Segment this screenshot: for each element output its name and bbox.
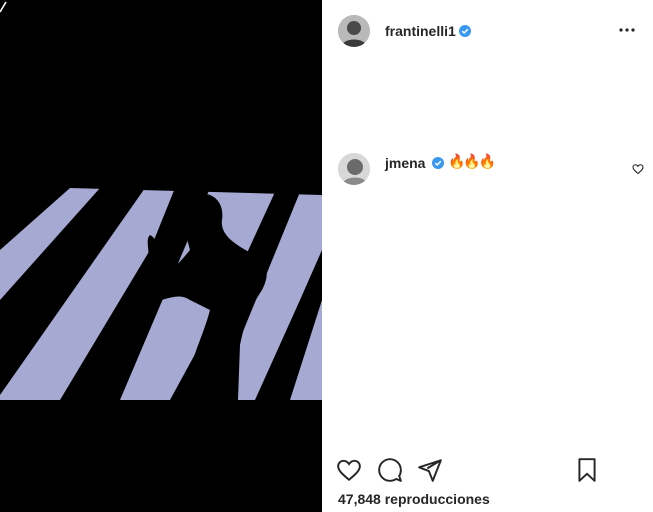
post-header: frantinelli1 xyxy=(322,0,653,62)
more-options-icon[interactable] xyxy=(617,22,637,38)
bookmark-icon[interactable] xyxy=(574,457,600,483)
verified-badge-icon xyxy=(432,157,444,169)
commenter-username[interactable]: jmena xyxy=(385,155,425,171)
comment-text: 🔥🔥🔥 xyxy=(448,153,496,169)
comment-icon[interactable] xyxy=(377,457,403,483)
comment-like-icon[interactable] xyxy=(632,163,644,175)
views-label: reproducciones xyxy=(384,491,490,507)
paper-plane-icon[interactable] xyxy=(417,457,443,483)
silhouette-image xyxy=(0,0,322,512)
corner-icon xyxy=(0,1,7,13)
post-actions-bar xyxy=(322,452,653,488)
heart-icon[interactable] xyxy=(336,457,362,483)
post-details-panel: frantinelli1 jmena 🔥🔥🔥 47,848 reproducci… xyxy=(322,0,653,512)
author-avatar[interactable] xyxy=(338,15,370,47)
commenter-avatar[interactable] xyxy=(338,153,370,185)
author-username[interactable]: frantinelli1 xyxy=(385,23,456,39)
views-count[interactable]: 47,848 reproducciones xyxy=(338,491,490,507)
post-media[interactable] xyxy=(0,0,322,512)
verified-badge-icon xyxy=(459,25,471,37)
views-number: 47,848 xyxy=(338,491,381,507)
